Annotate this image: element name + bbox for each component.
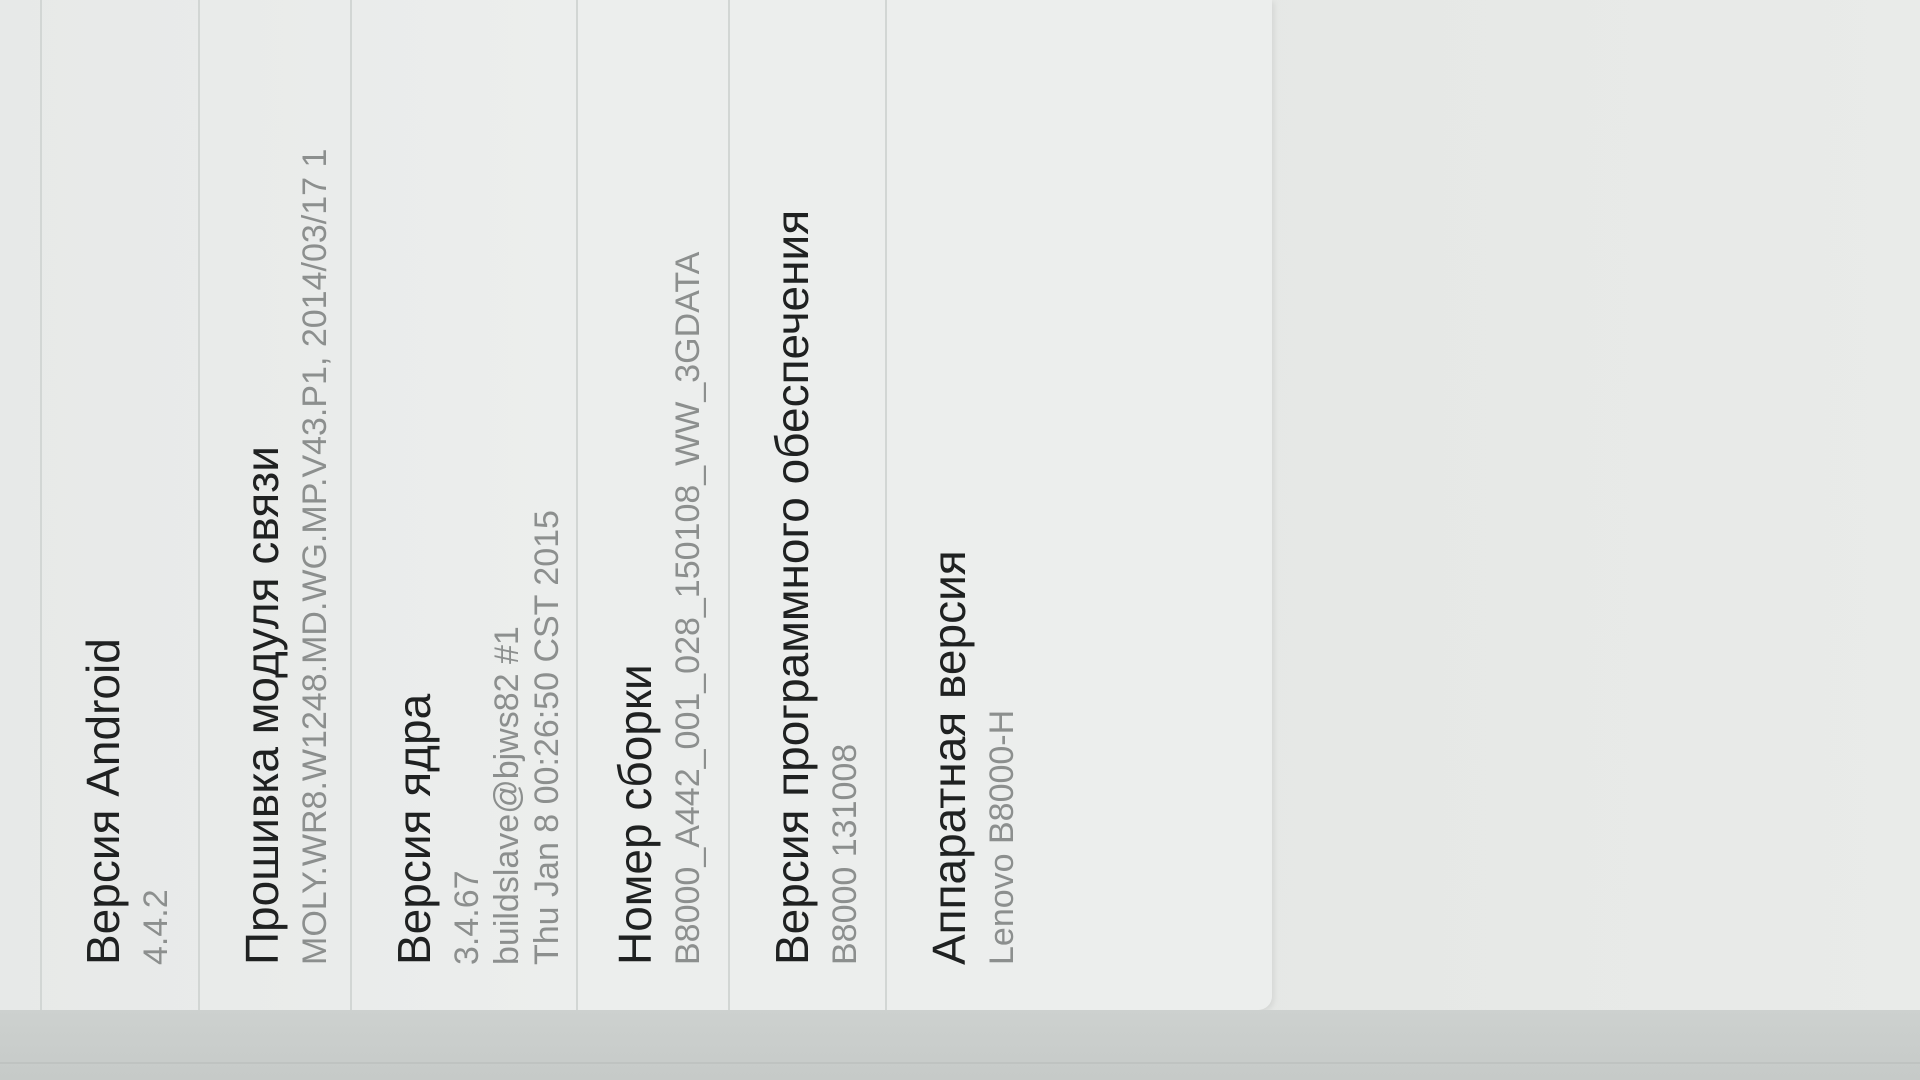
list-divider [576,0,578,1010]
device-bezel [0,1010,1920,1080]
baseband-version-value: MOLY.WR8.W1248.MD.WG.MP.V43.P1, 2014/03/… [296,148,334,965]
photo-background: Версия Android 4.4.2 Прошивка модуля свя… [0,0,1920,1080]
android-version-value: 4.4.2 [137,889,175,965]
list-item-baseband-version[interactable]: Прошивка модуля связи MOLY.WR8.W1248.MD.… [235,0,335,1010]
list-item-hardware-version[interactable]: Аппаратная версия Lenovo B8000-H [922,0,1022,1010]
settings-list-rotated: Версия Android 4.4.2 Прошивка модуля свя… [0,0,1272,1010]
kernel-version-line1: 3.4.67 [448,870,486,965]
list-item-software-version[interactable]: Версия программного обеспечения B8000 13… [765,0,865,1010]
baseband-version-title: Прошивка модуля связи [236,446,288,965]
build-number-title: Номер сборки [609,664,661,965]
software-version-title: Версия программного обеспечения [766,209,818,965]
list-divider [728,0,730,1010]
kernel-version-line3: Thu Jan 8 00:26:50 CST 2015 [528,510,566,965]
list-divider [350,0,352,1010]
list-divider [198,0,200,1010]
settings-panel: Версия Android 4.4.2 Прошивка модуля свя… [0,0,1272,1010]
kernel-version-title: Версия ядра [388,693,440,965]
device-bezel-edge [0,1062,1920,1064]
build-number-value: B8000_A442_001_028_150108_WW_3GDATA [669,251,707,965]
about-device-list: Версия Android 4.4.2 Прошивка модуля свя… [0,0,1272,1010]
list-divider [40,0,42,1010]
android-version-title: Версия Android [77,638,129,965]
kernel-version-line2: buildslave@bjws82 #1 [488,626,526,965]
software-version-value: B8000 131008 [826,743,864,965]
list-item-android-version[interactable]: Версия Android 4.4.2 [76,0,176,1010]
list-divider [885,0,887,1010]
list-item-kernel-version[interactable]: Версия ядра 3.4.67 buildslave@bjws82 #1 … [387,0,567,1010]
hardware-version-value: Lenovo B8000-H [983,709,1021,965]
hardware-version-title: Аппаратная версия [923,550,975,965]
list-item-build-number[interactable]: Номер сборки B8000_A442_001_028_150108_W… [608,0,708,1010]
